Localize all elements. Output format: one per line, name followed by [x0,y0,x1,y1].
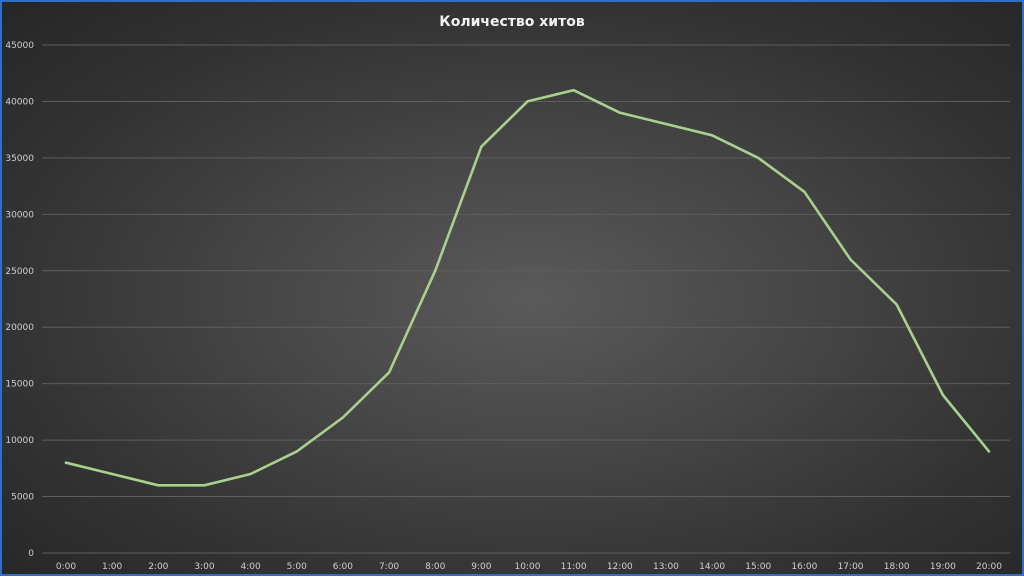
x-tick-label: 20:00 [976,562,1002,572]
y-tick-label: 0 [28,549,34,559]
data-point [480,145,483,148]
x-tick-label: 10:00 [515,562,541,572]
x-tick-label: 15:00 [745,562,771,572]
data-point [295,450,298,453]
x-tick-label: 7:00 [379,562,399,572]
x-axis-ticks: 0:00 1:00 2:00 3:00 4:00 5:00 6:00 7:00 8:00 9:00… [56,562,1002,572]
x-tick-label: 12:00 [607,562,633,572]
data-point [757,156,760,160]
x-tick-label: 13:00 [653,562,679,572]
x-tick-label: 3:00 [194,562,214,572]
x-tick-label: 11:00 [561,562,587,572]
chart-frame: Количество хитов 0 5000 10000 15000 20000 250… [0,0,1024,576]
data-point [572,88,575,92]
x-tick-label: 2:00 [148,562,168,572]
line-chart: Количество хитов 0 5000 10000 15000 20000 250… [5,14,1010,572]
y-tick-label: 45000 [5,41,34,51]
x-tick-label: 14:00 [699,562,725,572]
data-point [249,472,252,476]
data-point [618,111,621,114]
data-point [803,190,806,193]
x-tick-label: 8:00 [425,562,445,572]
y-tick-label: 15000 [5,380,34,390]
data-point [895,303,898,306]
x-tick-label: 4:00 [240,562,260,572]
y-tick-label: 35000 [5,154,34,164]
y-tick-label: 30000 [5,210,34,220]
series-line-0 [64,88,991,487]
y-tick-label: 10000 [5,436,34,446]
y-tick-label: 40000 [5,97,34,107]
y-axis-ticks: 0 5000 10000 15000 20000 25000 30000 35000 40000… [5,41,34,559]
x-tick-label: 6:00 [333,562,353,572]
data-point [849,258,852,261]
x-tick-label: 18:00 [884,562,910,572]
y-tick-label: 25000 [5,267,34,277]
x-tick-label: 17:00 [838,562,864,572]
data-point [157,484,160,487]
x-tick-label: 5:00 [287,562,307,572]
gridlines [42,44,1010,554]
data-point [64,461,68,464]
data-point [387,371,391,374]
x-tick-label: 0:00 [56,562,76,572]
data-point [203,484,206,487]
data-point [526,100,529,103]
x-tick-label: 9:00 [471,562,491,572]
data-point [941,393,945,397]
series-layer [64,88,991,487]
x-tick-label: 1:00 [102,562,122,572]
data-point [110,472,114,476]
x-tick-label: 19:00 [930,562,956,572]
data-point [710,134,714,137]
x-tick-label: 16:00 [791,562,817,572]
chart-title: Количество хитов [439,14,585,30]
data-point [664,122,668,126]
data-point [987,450,991,453]
data-point [341,416,345,419]
y-tick-label: 20000 [5,323,34,333]
y-tick-label: 5000 [11,493,34,503]
data-point [434,269,437,272]
